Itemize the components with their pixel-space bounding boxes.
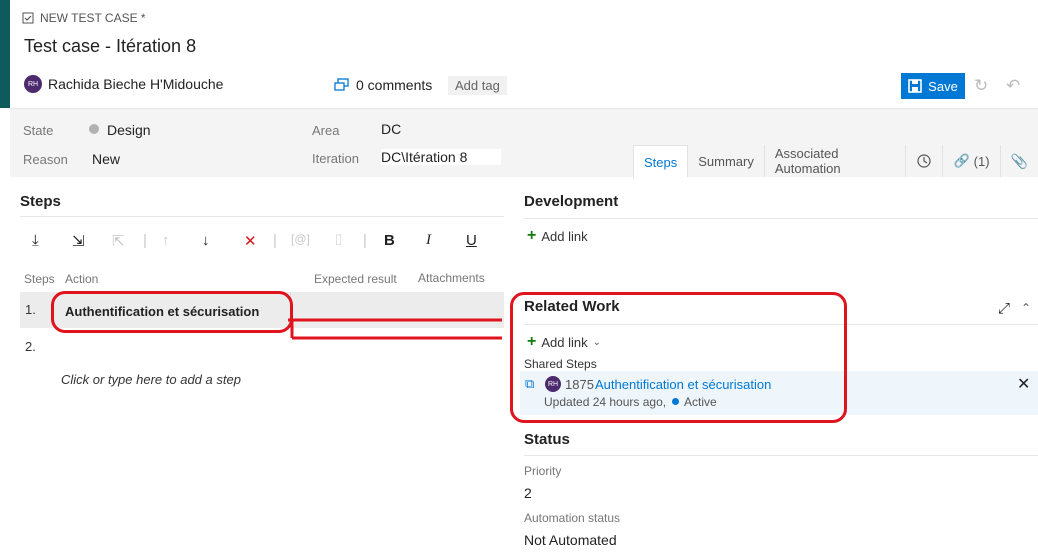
col-header-attachments: Attachments [418,271,485,285]
priority-label: Priority [524,464,562,478]
insert-shared-steps-icon[interactable]: ⇲ [72,232,85,250]
annotation-highlight-related-work [510,292,847,423]
comments-link[interactable]: 0 comments [334,77,432,93]
status-section-title: Status [524,431,570,448]
col-header-steps: Steps [24,272,55,286]
history-icon [917,154,932,168]
tab-summary[interactable]: Summary [687,145,764,177]
state-field[interactable]: Design [107,122,151,138]
test-case-icon [22,12,34,24]
add-tag-button[interactable]: Add tag [448,76,507,95]
assigned-to-name: Rachida Bieche H'Midouche [48,76,224,92]
delete-step-icon[interactable]: ✕ [244,232,257,250]
bold-icon[interactable]: B [384,232,395,249]
add-step-hint[interactable]: Click or type here to add a step [61,372,241,387]
avatar: RH [24,75,42,93]
iteration-field[interactable]: DC\Itération 8 [381,149,502,165]
reason-label: Reason [23,152,68,167]
steps-toolbar: ⤓ ⇲ ⇱ | ↑ ↓ ✕ | [@] ⌷ | B I U [20,232,504,254]
links-count: (1) [973,153,990,169]
paperclip-icon: 📎 [1010,152,1028,169]
comments-count: 0 comments [356,77,433,93]
assigned-to[interactable]: RH Rachida Bieche H'Midouche [24,75,223,93]
area-field[interactable]: DC [381,121,401,137]
italic-icon[interactable]: I [426,232,431,249]
state-label: State [23,123,54,138]
tab-associated-automation[interactable]: Associated Automation [763,145,906,177]
move-down-icon[interactable]: ↓ [202,232,210,249]
chevron-up-icon[interactable]: ⌃ [1021,301,1031,315]
tab-steps[interactable]: Steps [633,145,688,178]
work-item-title[interactable]: Test case - Itération 8 [24,36,196,57]
divider [20,216,504,217]
refresh-icon[interactable]: ↻ [974,76,988,96]
development-add-link[interactable]: + Add link [527,227,588,245]
divider [524,455,1038,456]
work-item-accent-bar [0,0,10,108]
tab-attachments[interactable]: 📎 [999,145,1038,177]
tab-links[interactable]: 🔗 (1) [942,145,999,177]
save-label: Save [928,78,958,94]
work-item-type-breadcrumb: NEW TEST CASE * [22,11,146,25]
annotation-connector [288,318,502,340]
create-shared-steps-icon[interactable]: ⇱ [112,232,125,250]
area-label: Area [312,123,340,138]
page-tabs: Steps Summary Associated Automation 🔗 (1… [633,145,1038,178]
reason-field[interactable]: New [92,151,120,167]
development-add-link-label: Add link [541,228,588,244]
priority-field[interactable]: 2 [524,485,532,501]
underline-icon[interactable]: U [466,232,477,249]
remove-link-icon[interactable]: ✕ [1017,374,1030,394]
steps-section-title: Steps [20,193,61,210]
insert-step-icon[interactable]: ⤓ [32,232,39,249]
plus-icon: + [527,227,537,244]
automation-status-field[interactable]: Not Automated [524,532,617,548]
move-up-icon[interactable]: ↑ [162,232,170,249]
save-icon [908,79,922,93]
work-item-type-label: NEW TEST CASE * [40,11,146,25]
attachment-icon[interactable]: ⌷ [334,232,343,249]
step-number: 2. [25,339,36,354]
divider [524,218,1038,219]
parameter-icon[interactable]: [@] [291,232,310,246]
toolbar-separator: | [143,232,147,249]
annotation-highlight-step [51,291,293,333]
step-number: 1. [25,302,36,317]
tab-history[interactable] [905,145,942,177]
link-icon: 🔗 [953,153,970,168]
comment-icon [334,78,349,91]
development-section-title: Development [524,193,619,210]
iteration-label: Iteration [312,151,359,166]
col-header-action: Action [65,272,99,286]
state-dot-icon [89,124,99,134]
automation-status-label: Automation status [524,511,621,525]
toolbar-separator: | [273,232,277,249]
undo-icon[interactable]: ↶ [1006,76,1020,96]
col-header-expected-result: Expected result [314,272,397,286]
toolbar-separator: | [363,232,367,249]
expand-icon[interactable]: ⤢ [998,300,1010,317]
save-button[interactable]: Save [901,73,965,99]
